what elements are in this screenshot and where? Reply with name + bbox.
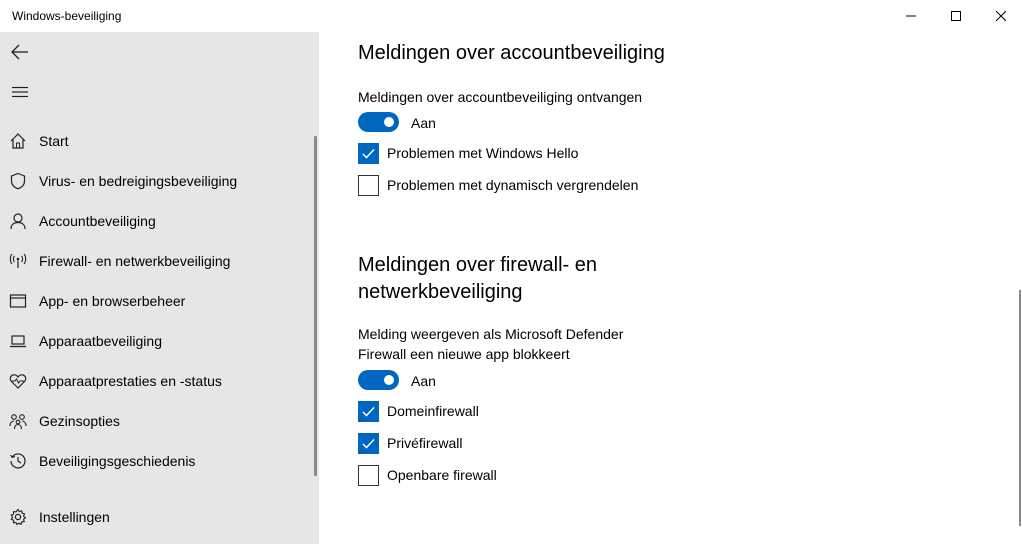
gear-icon xyxy=(9,508,27,526)
minimize-icon xyxy=(906,15,916,17)
sidebar-item-protection-history[interactable]: Beveiligingsgeschiedenis xyxy=(0,441,310,481)
sidebar-item-label: Firewall- en netwerkbeveiliging xyxy=(39,253,231,269)
account-toggle-description: Meldingen over accountbeveiliging ontvan… xyxy=(358,89,643,105)
main-scrollbar[interactable] xyxy=(1019,290,1021,526)
browser-window-icon xyxy=(9,292,27,310)
window-title: Windows-beveiliging xyxy=(12,9,122,23)
private-firewall-checkbox[interactable] xyxy=(358,433,379,454)
toggle-knob xyxy=(384,375,394,385)
dynamic-lock-label: Problemen met dynamisch vergrendelen xyxy=(387,177,639,193)
close-icon xyxy=(996,11,1006,21)
heart-pulse-icon xyxy=(9,372,27,390)
checkmark-icon xyxy=(362,148,375,159)
checkmark-icon xyxy=(362,438,375,449)
firewall-notifications-toggle[interactable] xyxy=(358,370,399,390)
account-notifications-toggle[interactable] xyxy=(358,112,399,132)
person-icon xyxy=(9,212,27,230)
sidebar-item-label: Apparaatbeveiliging xyxy=(39,333,162,349)
sidebar-item-label: Start xyxy=(39,133,69,149)
windows-hello-checkbox[interactable] xyxy=(358,143,379,164)
account-toggle-state: Aan xyxy=(411,115,436,131)
sidebar-item-label: Accountbeveiliging xyxy=(39,213,156,229)
sidebar-item-settings[interactable]: Instellingen xyxy=(0,497,310,537)
sidebar-item-label: Beveiligingsgeschiedenis xyxy=(39,453,196,469)
back-button[interactable] xyxy=(8,40,32,64)
sidebar-item-device-security[interactable]: Apparaatbeveiliging xyxy=(0,321,310,361)
sidebar-item-label: Gezinsopties xyxy=(39,413,120,429)
maximize-button[interactable] xyxy=(933,0,979,32)
sidebar-item-device-performance[interactable]: Apparaatprestaties en -status xyxy=(0,361,310,401)
public-firewall-checkbox[interactable] xyxy=(358,465,379,486)
home-icon xyxy=(9,132,27,150)
sidebar-item-label: App- en browserbeheer xyxy=(39,293,186,309)
hamburger-icon xyxy=(12,86,28,98)
back-arrow-icon xyxy=(11,44,28,60)
dynamic-lock-checkbox[interactable] xyxy=(358,175,379,196)
toggle-knob xyxy=(384,117,394,127)
firewall-section-title-line2: netwerkbeveiliging xyxy=(358,281,523,303)
hamburger-menu-button[interactable] xyxy=(8,80,32,104)
sidebar-item-account[interactable]: Accountbeveiliging xyxy=(0,201,310,241)
private-firewall-label: Privéfirewall xyxy=(387,435,463,451)
sidebar-item-app-browser[interactable]: App- en browserbeheer xyxy=(0,281,310,321)
sidebar-item-label: Apparaatprestaties en -status xyxy=(39,373,222,389)
wireless-icon xyxy=(9,252,27,270)
sidebar-item-firewall[interactable]: Firewall- en netwerkbeveiliging xyxy=(0,241,310,281)
sidebar-item-label: Instellingen xyxy=(39,509,110,525)
family-icon xyxy=(9,412,27,430)
history-icon xyxy=(9,452,27,470)
shield-icon xyxy=(9,172,27,190)
laptop-icon xyxy=(9,332,27,350)
sidebar-item-virus-protection[interactable]: Virus- en bedreigingsbeveiliging xyxy=(0,161,310,201)
firewall-section-title-line1: Meldingen over firewall- en xyxy=(358,254,598,276)
maximize-icon xyxy=(951,11,961,21)
domain-firewall-label: Domeinfirewall xyxy=(387,403,479,419)
public-firewall-label: Openbare firewall xyxy=(387,467,497,483)
sidebar-item-family[interactable]: Gezinsopties xyxy=(0,401,310,441)
windows-hello-label: Problemen met Windows Hello xyxy=(387,145,579,161)
title-bar: Windows-beveiliging xyxy=(0,0,1022,32)
checkmark-icon xyxy=(362,406,375,417)
close-button[interactable] xyxy=(978,0,1022,32)
sidebar-item-start[interactable]: Start xyxy=(0,121,310,161)
sidebar-item-label: Virus- en bedreigingsbeveiliging xyxy=(39,173,238,189)
firewall-toggle-description-line1: Melding weergeven als Microsoft Defender xyxy=(358,326,624,342)
account-section-title: Meldingen over accountbeveiliging xyxy=(358,42,665,64)
sidebar: Start Virus- en bedreigingsbeveiliging A… xyxy=(0,32,319,544)
minimize-button[interactable] xyxy=(888,0,934,32)
firewall-toggle-state: Aan xyxy=(411,373,436,389)
domain-firewall-checkbox[interactable] xyxy=(358,401,379,422)
firewall-toggle-description-line2: Firewall een nieuwe app blokkeert xyxy=(358,346,570,362)
sidebar-scrollbar[interactable] xyxy=(314,136,317,476)
